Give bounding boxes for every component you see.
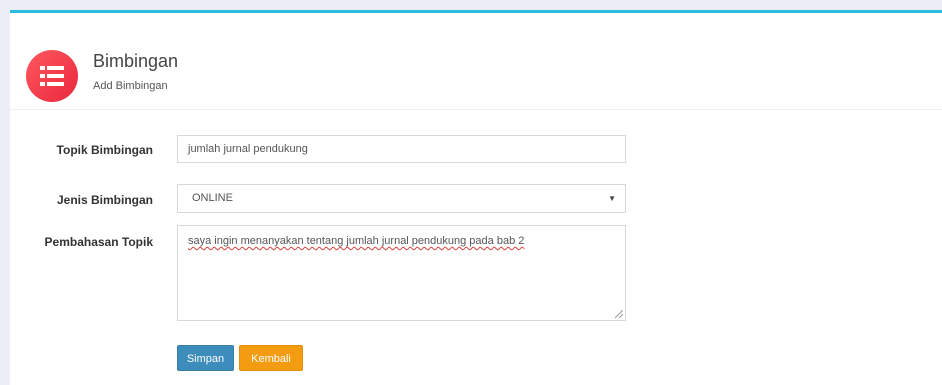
list-icon [40,66,64,86]
page-title: Bimbingan [93,51,179,71]
header-icon-circle [26,50,78,102]
jenis-label: Jenis Bimbingan [56,193,153,207]
form-card: Bimbingan Add Bimbingan Topik Bimbingan … [10,10,942,385]
save-button[interactable]: Simpan [177,345,234,371]
jenis-select[interactable]: ONLINE ▼ [177,184,626,213]
topik-input[interactable]: jumlah jurnal pendukung [177,135,626,163]
dropdown-arrow-icon: ▼ [608,194,616,203]
pembahasan-textarea[interactable]: saya ingin menanyakan tentang jumlah jur… [177,225,626,321]
topik-input-value: jumlah jurnal pendukung [188,143,308,155]
topik-label: Topik Bimbingan [56,143,153,157]
pembahasan-label: Pembahasan Topik [44,235,153,249]
jenis-select-value: ONLINE [192,192,233,204]
resize-handle-icon[interactable] [615,310,623,318]
page-subtitle: Add Bimbingan [93,80,168,92]
back-button[interactable]: Kembali [239,345,303,371]
page-header: Bimbingan Add Bimbingan [10,13,942,110]
pembahasan-textarea-value: saya ingin menanyakan tentang jumlah jur… [188,235,525,247]
